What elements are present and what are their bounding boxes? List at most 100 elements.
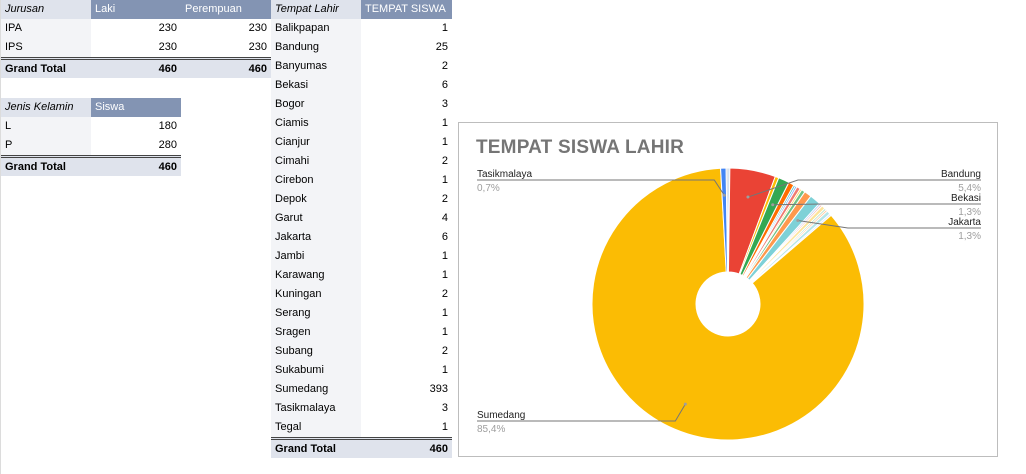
- tempat-lahir-label[interactable]: Jakarta: [271, 228, 361, 247]
- tempat-siswa-value[interactable]: 4: [361, 209, 452, 228]
- tempat-siswa-value[interactable]: 25: [361, 38, 452, 57]
- tempat-siswa-value[interactable]: 3: [361, 95, 452, 114]
- gender-label[interactable]: P: [1, 136, 91, 155]
- callout-percent-jakarta: 1,3%: [958, 231, 981, 242]
- tempat-lahir-label[interactable]: Depok: [271, 190, 361, 209]
- tempat-lahir-label[interactable]: Balikpapan: [271, 19, 361, 38]
- perempuan-value[interactable]: 230: [181, 38, 271, 57]
- grand-total-row: Grand Total 460: [271, 437, 452, 458]
- callout-dot-sumedang: [683, 402, 687, 406]
- tempat-siswa-value[interactable]: 1: [361, 19, 452, 38]
- tempat-lahir-label[interactable]: Sukabumi: [271, 361, 361, 380]
- jurusan-label[interactable]: IPA: [1, 19, 91, 38]
- table-row: Sragen 1: [271, 323, 452, 342]
- callout-label-jakarta: Jakarta: [948, 217, 981, 228]
- tempat-lahir-pivot-table: Tempat Lahir TEMPAT SISWA Balikpapan 1 Ban…: [271, 0, 452, 458]
- callout-percent-tasikmalaya: 0,7%: [477, 183, 500, 194]
- tempat-lahir-label[interactable]: Bandung: [271, 38, 361, 57]
- table-row: Sukabumi 1: [271, 361, 452, 380]
- tempat-lahir-label[interactable]: Garut: [271, 209, 361, 228]
- callout-percent-sumedang: 85,4%: [477, 424, 505, 435]
- table-row: Karawang 1: [271, 266, 452, 285]
- tempat-lahir-label[interactable]: Cimahi: [271, 152, 361, 171]
- tempat-siswa-value[interactable]: 6: [361, 76, 452, 95]
- tempat-lahir-label[interactable]: Cirebon: [271, 171, 361, 190]
- tempat-siswa-value[interactable]: 2: [361, 285, 452, 304]
- tempat-lahir-label[interactable]: Sragen: [271, 323, 361, 342]
- jurusan-header[interactable]: Jurusan: [1, 0, 91, 19]
- tempat-siswa-value[interactable]: 1: [361, 171, 452, 190]
- tempat-lahir-label[interactable]: Jambi: [271, 247, 361, 266]
- jurusan-label[interactable]: IPS: [1, 38, 91, 57]
- tempat-siswa-value[interactable]: 2: [361, 190, 452, 209]
- tempat-lahir-label[interactable]: Sumedang: [271, 380, 361, 399]
- tempat-siswa-header[interactable]: TEMPAT SISWA: [361, 0, 452, 19]
- jenis-kelamin-header[interactable]: Jenis Kelamin: [1, 98, 91, 117]
- tempat-lahir-rows: Balikpapan 1 Bandung 25 Banyumas 2 Bekasi 6 Bogo…: [271, 19, 452, 437]
- table-row: Banyumas 2: [271, 57, 452, 76]
- tempat-lahir-label[interactable]: Cianjur: [271, 133, 361, 152]
- table-row: Cianjur 1: [271, 133, 452, 152]
- tempat-siswa-value[interactable]: 1: [361, 361, 452, 380]
- tempat-siswa-value[interactable]: 3: [361, 399, 452, 418]
- laki-header[interactable]: Laki: [91, 0, 181, 19]
- grand-total-label[interactable]: Grand Total: [1, 57, 91, 78]
- table-row: Tasikmalaya 3: [271, 399, 452, 418]
- grand-total-row: Grand Total 460: [1, 155, 181, 176]
- tempat-lahir-label[interactable]: Serang: [271, 304, 361, 323]
- table-row: Serang 1: [271, 304, 452, 323]
- grand-total-perempuan[interactable]: 460: [181, 57, 271, 78]
- laki-value[interactable]: 230: [91, 19, 181, 38]
- laki-value[interactable]: 230: [91, 38, 181, 57]
- perempuan-value[interactable]: 230: [181, 19, 271, 38]
- tempat-siswa-value[interactable]: 1: [361, 323, 452, 342]
- tempat-lahir-label[interactable]: Tasikmalaya: [271, 399, 361, 418]
- tempat-siswa-value[interactable]: 6: [361, 228, 452, 247]
- gender-label[interactable]: L: [1, 117, 91, 136]
- tempat-siswa-lahir-chart[interactable]: TEMPAT SISWA LAHIR Tasikmalaya 0,7% Bandun…: [458, 122, 998, 457]
- tempat-lahir-label[interactable]: Ciamis: [271, 114, 361, 133]
- callout-dot-bandung: [746, 195, 750, 199]
- tempat-siswa-value[interactable]: 1: [361, 133, 452, 152]
- tempat-lahir-label[interactable]: Bogor: [271, 95, 361, 114]
- tempat-siswa-value[interactable]: 1: [361, 418, 452, 437]
- tempat-lahir-label[interactable]: Kuningan: [271, 285, 361, 304]
- callout-label-bandung: Bandung: [941, 169, 981, 180]
- table-row: P 280: [1, 136, 181, 155]
- gender-value[interactable]: 280: [91, 136, 181, 155]
- perempuan-header[interactable]: Perempuan: [181, 0, 271, 19]
- tempat-lahir-label[interactable]: Bekasi: [271, 76, 361, 95]
- tempat-siswa-value[interactable]: 1: [361, 114, 452, 133]
- tempat-siswa-value[interactable]: 2: [361, 342, 452, 361]
- tempat-lahir-label[interactable]: Tegal: [271, 418, 361, 437]
- table-row: Balikpapan 1: [271, 19, 452, 38]
- grand-total-laki[interactable]: 460: [91, 57, 181, 78]
- tempat-siswa-value[interactable]: 1: [361, 247, 452, 266]
- tempat-siswa-value[interactable]: 1: [361, 304, 452, 323]
- tempat-siswa-value[interactable]: 2: [361, 57, 452, 76]
- tempat-siswa-value[interactable]: 2: [361, 152, 452, 171]
- siswa-header[interactable]: Siswa: [91, 98, 181, 117]
- grand-total-tempat[interactable]: 460: [361, 437, 452, 458]
- table-row: Kuningan 2: [271, 285, 452, 304]
- tempat-lahir-header[interactable]: Tempat Lahir: [271, 0, 361, 19]
- grand-total-label[interactable]: Grand Total: [271, 437, 361, 458]
- table-row: L 180: [1, 117, 181, 136]
- callout-label-tasikmalaya: Tasikmalaya: [477, 169, 532, 180]
- tempat-siswa-value[interactable]: 1: [361, 266, 452, 285]
- table-row: Bekasi 6: [271, 76, 452, 95]
- table-row: Ciamis 1: [271, 114, 452, 133]
- tempat-lahir-label[interactable]: Banyumas: [271, 57, 361, 76]
- grand-total-label[interactable]: Grand Total: [1, 155, 91, 176]
- table-row: Garut 4: [271, 209, 452, 228]
- callout-dot-jakarta: [796, 219, 800, 223]
- gender-value[interactable]: 180: [91, 117, 181, 136]
- table-row: Jambi 1: [271, 247, 452, 266]
- tempat-lahir-label[interactable]: Subang: [271, 342, 361, 361]
- tempat-siswa-value[interactable]: 393: [361, 380, 452, 399]
- grand-total-siswa[interactable]: 460: [91, 155, 181, 176]
- grand-total-row: Grand Total 460 460: [1, 57, 271, 78]
- table-row: Sumedang 393: [271, 380, 452, 399]
- table-row: IPS 230 230: [1, 38, 271, 57]
- tempat-lahir-label[interactable]: Karawang: [271, 266, 361, 285]
